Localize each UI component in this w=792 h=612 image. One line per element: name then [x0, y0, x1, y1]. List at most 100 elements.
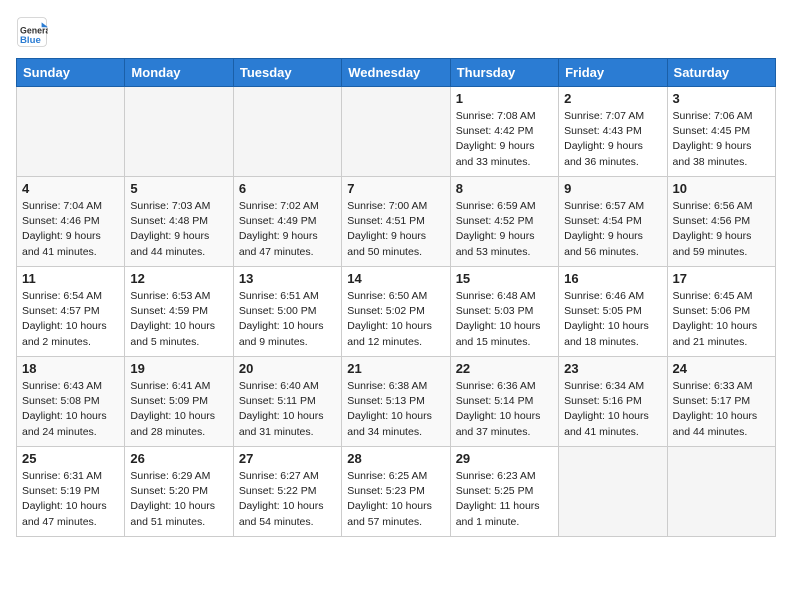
calendar-cell: 23 Sunrise: 6:34 AM Sunset: 5:16 PM Dayli… — [559, 357, 667, 447]
day-header-tuesday: Tuesday — [233, 59, 341, 87]
day-info: Sunrise: 7:07 AM Sunset: 4:43 PM Dayligh… — [564, 109, 661, 170]
day-info: Sunrise: 6:27 AM Sunset: 5:22 PM Dayligh… — [239, 469, 336, 530]
day-info: Sunrise: 6:53 AM Sunset: 4:59 PM Dayligh… — [130, 289, 227, 350]
calendar-cell: 4 Sunrise: 7:04 AM Sunset: 4:46 PM Daylig… — [17, 177, 125, 267]
calendar-week-row: 1 Sunrise: 7:08 AM Sunset: 4:42 PM Daylig… — [17, 87, 776, 177]
calendar-week-row: 18 Sunrise: 6:43 AM Sunset: 5:08 PM Dayli… — [17, 357, 776, 447]
day-number: 4 — [22, 181, 119, 196]
day-info: Sunrise: 6:36 AM Sunset: 5:14 PM Dayligh… — [456, 379, 553, 440]
day-number: 10 — [673, 181, 770, 196]
calendar-cell: 21Sunrise: 6:38 AM Sunset: 5:13 PM Dayli… — [342, 357, 450, 447]
day-info: Sunrise: 6:54 AM Sunset: 4:57 PM Dayligh… — [22, 289, 119, 350]
day-number: 15 — [456, 271, 553, 286]
day-info: Sunrise: 7:08 AM Sunset: 4:42 PM Dayligh… — [456, 109, 553, 170]
calendar-week-row: 4 Sunrise: 7:04 AM Sunset: 4:46 PM Daylig… — [17, 177, 776, 267]
calendar-cell: 2 Sunrise: 7:07 AM Sunset: 4:43 PM Daylig… — [559, 87, 667, 177]
calendar-cell: 7 Sunrise: 7:00 AM Sunset: 4:51 PM Daylig… — [342, 177, 450, 267]
calendar-cell: 27 Sunrise: 6:27 AM Sunset: 5:22 PM Dayli… — [233, 447, 341, 537]
day-info: Sunrise: 7:06 AM Sunset: 4:45 PM Dayligh… — [673, 109, 770, 170]
day-info: Sunrise: 6:41 AM Sunset: 5:09 PM Dayligh… — [130, 379, 227, 440]
day-header-wednesday: Wednesday — [342, 59, 450, 87]
logo-icon: General Blue — [16, 16, 48, 48]
day-info: Sunrise: 6:50 AM Sunset: 5:02 PM Dayligh… — [347, 289, 444, 350]
day-info: Sunrise: 6:51 AM Sunset: 5:00 PM Dayligh… — [239, 289, 336, 350]
calendar-cell — [233, 87, 341, 177]
day-info: Sunrise: 6:25 AM Sunset: 5:23 PM Dayligh… — [347, 469, 444, 530]
day-number: 12 — [130, 271, 227, 286]
day-info: Sunrise: 7:02 AM Sunset: 4:49 PM Dayligh… — [239, 199, 336, 260]
day-number: 11 — [22, 271, 119, 286]
calendar-cell: 28 Sunrise: 6:25 AM Sunset: 5:23 PM Dayli… — [342, 447, 450, 537]
day-number: 23 — [564, 361, 661, 376]
calendar-cell: 15 Sunrise: 6:48 AM Sunset: 5:03 PM Dayli… — [450, 267, 558, 357]
day-number: 9 — [564, 181, 661, 196]
calendar-cell — [125, 87, 233, 177]
day-header-friday: Friday — [559, 59, 667, 87]
day-info: Sunrise: 6:57 AM Sunset: 4:54 PM Dayligh… — [564, 199, 661, 260]
days-header-row: SundayMondayTuesdayWednesdayThursdayFrid… — [17, 59, 776, 87]
day-info: Sunrise: 6:23 AM Sunset: 5:25 PM Dayligh… — [456, 469, 553, 530]
calendar-cell: 12 Sunrise: 6:53 AM Sunset: 4:59 PM Dayli… — [125, 267, 233, 357]
day-number: 26 — [130, 451, 227, 466]
logo: General Blue — [16, 16, 52, 48]
calendar-cell: 17Sunrise: 6:45 AM Sunset: 5:06 PM Dayli… — [667, 267, 775, 357]
calendar-cell: 14 Sunrise: 6:50 AM Sunset: 5:02 PM Dayli… — [342, 267, 450, 357]
day-number: 27 — [239, 451, 336, 466]
calendar-cell: 16Sunrise: 6:46 AM Sunset: 5:05 PM Dayli… — [559, 267, 667, 357]
svg-text:Blue: Blue — [20, 35, 41, 46]
day-info: Sunrise: 6:29 AM Sunset: 5:20 PM Dayligh… — [130, 469, 227, 530]
calendar-cell: 3 Sunrise: 7:06 AM Sunset: 4:45 PM Daylig… — [667, 87, 775, 177]
day-number: 25 — [22, 451, 119, 466]
day-number: 28 — [347, 451, 444, 466]
day-info: Sunrise: 7:00 AM Sunset: 4:51 PM Dayligh… — [347, 199, 444, 260]
day-number: 22 — [456, 361, 553, 376]
day-number: 1 — [456, 91, 553, 106]
day-info: Sunrise: 6:59 AM Sunset: 4:52 PM Dayligh… — [456, 199, 553, 260]
header: General Blue — [16, 16, 776, 48]
calendar-table: SundayMondayTuesdayWednesdayThursdayFrid… — [16, 58, 776, 537]
calendar-week-row: 25 Sunrise: 6:31 AM Sunset: 5:19 PM Dayli… — [17, 447, 776, 537]
calendar-cell: 1 Sunrise: 7:08 AM Sunset: 4:42 PM Daylig… — [450, 87, 558, 177]
day-number: 2 — [564, 91, 661, 106]
calendar-cell: 6Sunrise: 7:02 AM Sunset: 4:49 PM Daylig… — [233, 177, 341, 267]
day-number: 14 — [347, 271, 444, 286]
day-number: 20 — [239, 361, 336, 376]
day-header-thursday: Thursday — [450, 59, 558, 87]
day-info: Sunrise: 6:33 AM Sunset: 5:17 PM Dayligh… — [673, 379, 770, 440]
calendar-cell: 24 Sunrise: 6:33 AM Sunset: 5:17 PM Dayli… — [667, 357, 775, 447]
day-info: Sunrise: 6:34 AM Sunset: 5:16 PM Dayligh… — [564, 379, 661, 440]
day-info: Sunrise: 6:43 AM Sunset: 5:08 PM Dayligh… — [22, 379, 119, 440]
day-number: 16 — [564, 271, 661, 286]
day-number: 18 — [22, 361, 119, 376]
calendar-cell: 20 Sunrise: 6:40 AM Sunset: 5:11 PM Dayli… — [233, 357, 341, 447]
day-header-saturday: Saturday — [667, 59, 775, 87]
calendar-cell: 11 Sunrise: 6:54 AM Sunset: 4:57 PM Dayli… — [17, 267, 125, 357]
day-number: 24 — [673, 361, 770, 376]
day-number: 17 — [673, 271, 770, 286]
day-number: 29 — [456, 451, 553, 466]
day-info: Sunrise: 6:31 AM Sunset: 5:19 PM Dayligh… — [22, 469, 119, 530]
calendar-cell — [667, 447, 775, 537]
calendar-cell — [342, 87, 450, 177]
day-header-monday: Monday — [125, 59, 233, 87]
day-number: 21 — [347, 361, 444, 376]
calendar-cell: 29 Sunrise: 6:23 AM Sunset: 5:25 PM Dayli… — [450, 447, 558, 537]
calendar-cell: 25 Sunrise: 6:31 AM Sunset: 5:19 PM Dayli… — [17, 447, 125, 537]
day-header-sunday: Sunday — [17, 59, 125, 87]
day-info: Sunrise: 7:03 AM Sunset: 4:48 PM Dayligh… — [130, 199, 227, 260]
calendar-cell — [17, 87, 125, 177]
day-number: 7 — [347, 181, 444, 196]
day-number: 3 — [673, 91, 770, 106]
calendar-week-row: 11 Sunrise: 6:54 AM Sunset: 4:57 PM Dayli… — [17, 267, 776, 357]
calendar-cell: 22 Sunrise: 6:36 AM Sunset: 5:14 PM Dayli… — [450, 357, 558, 447]
day-info: Sunrise: 6:48 AM Sunset: 5:03 PM Dayligh… — [456, 289, 553, 350]
day-info: Sunrise: 6:40 AM Sunset: 5:11 PM Dayligh… — [239, 379, 336, 440]
day-info: Sunrise: 7:04 AM Sunset: 4:46 PM Dayligh… — [22, 199, 119, 260]
calendar-cell: 26 Sunrise: 6:29 AM Sunset: 5:20 PM Dayli… — [125, 447, 233, 537]
calendar-cell: 8Sunrise: 6:59 AM Sunset: 4:52 PM Daylig… — [450, 177, 558, 267]
calendar-cell — [559, 447, 667, 537]
calendar-cell: 13 Sunrise: 6:51 AM Sunset: 5:00 PM Dayli… — [233, 267, 341, 357]
day-number: 13 — [239, 271, 336, 286]
calendar-cell: 5 Sunrise: 7:03 AM Sunset: 4:48 PM Daylig… — [125, 177, 233, 267]
day-number: 5 — [130, 181, 227, 196]
